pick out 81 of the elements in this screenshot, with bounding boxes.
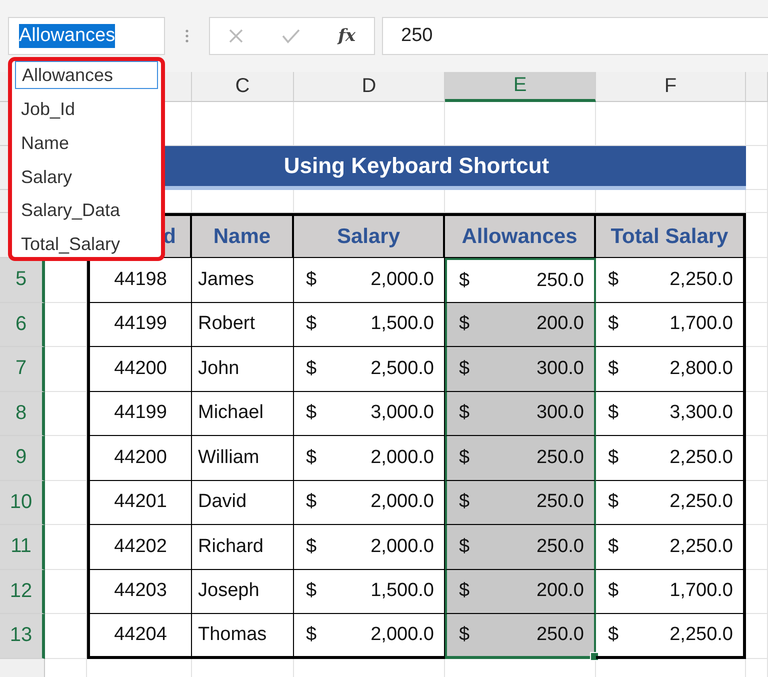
table-cell: 44201 — [87, 480, 192, 525]
empty-cell — [45, 570, 87, 614]
table-cell: $ 2,250.0 — [596, 436, 746, 480]
column-header[interactable]: C — [192, 72, 294, 102]
column-header[interactable]: D — [294, 72, 445, 102]
column-heading: Salary — [294, 213, 445, 258]
table-cell: 44204 — [87, 614, 192, 658]
table-cell: William — [192, 436, 294, 480]
table-cell[interactable]: $ 250.0 — [445, 480, 596, 525]
name-box[interactable]: Allowances — [8, 17, 165, 55]
table-cell: $ 3,300.0 — [596, 392, 746, 436]
table-cell[interactable]: $ 200.0 — [445, 570, 596, 614]
row-header[interactable]: 7 — [0, 347, 45, 392]
empty-cell — [45, 525, 87, 570]
table-cell: 44199 — [87, 392, 192, 436]
row-header[interactable]: 8 — [0, 392, 45, 436]
table-cell[interactable]: $ 200.0 — [445, 302, 596, 347]
empty-cell — [45, 347, 87, 392]
empty-cell — [746, 392, 768, 436]
table-cell: $ 2,250.0 — [596, 480, 746, 525]
empty-cell — [45, 480, 87, 525]
table-cell: Richard — [192, 525, 294, 570]
row-header[interactable]: 5 — [0, 258, 45, 302]
table-cell: 44203 — [87, 570, 192, 614]
table-cell: David — [192, 480, 294, 525]
insert-function-button[interactable]: fx — [338, 26, 356, 46]
table-cell[interactable]: $ 300.0 — [445, 347, 596, 392]
empty-cell — [746, 436, 768, 480]
empty-cell — [746, 570, 768, 614]
table-cell: $ 1,700.0 — [596, 570, 746, 614]
table-cell[interactable]: $ 300.0 — [445, 392, 596, 436]
drag-handle-icon — [185, 28, 189, 44]
table-cell: 44199 — [87, 302, 192, 347]
table-cell: Michael — [192, 392, 294, 436]
empty-cell — [746, 614, 768, 658]
column-header[interactable]: F — [596, 72, 746, 102]
column-header[interactable] — [746, 72, 768, 102]
row-header[interactable]: 13 — [0, 614, 45, 658]
empty-cell — [45, 302, 87, 347]
table-cell: John — [192, 347, 294, 392]
table-cell: Robert — [192, 302, 294, 347]
table-cell[interactable]: $ 250.0 — [445, 614, 596, 658]
table-cell: 44200 — [87, 347, 192, 392]
empty-cell — [746, 347, 768, 392]
empty-cell — [746, 525, 768, 570]
table-cell: $ 2,250.0 — [596, 525, 746, 570]
empty-cell — [746, 480, 768, 525]
table-cell: $ 1,700.0 — [596, 302, 746, 347]
empty-cell — [45, 436, 87, 480]
empty-cell — [746, 213, 768, 258]
row-header[interactable]: 10 — [0, 480, 45, 525]
row-header[interactable]: 11 — [0, 525, 45, 570]
column-heading: Total Salary — [596, 213, 746, 258]
empty-cell — [746, 146, 768, 190]
table-cell: James — [192, 258, 294, 302]
name-list-item[interactable]: Job_Id — [15, 93, 158, 127]
table-cell: 44202 — [87, 525, 192, 570]
table-cell[interactable]: $ 250.0 — [445, 436, 596, 480]
cancel-icon[interactable] — [228, 28, 244, 44]
empty-cell — [746, 302, 768, 347]
table-cell: Thomas — [192, 614, 294, 658]
row-header[interactable]: 6 — [0, 302, 45, 347]
row-header[interactable]: 9 — [0, 436, 45, 480]
name-list-item[interactable]: Allowances — [15, 61, 158, 89]
column-heading: Name — [192, 213, 294, 258]
table-cell: $ 2,000.0 — [294, 258, 445, 302]
formula-input[interactable]: 250 — [382, 17, 768, 55]
table-cell: 44200 — [87, 436, 192, 480]
column-heading: Allowances — [445, 213, 596, 258]
table-cell[interactable]: $ 250.0 — [445, 525, 596, 570]
empty-cell — [746, 258, 768, 302]
empty-cell — [45, 392, 87, 436]
check-icon[interactable] — [281, 28, 302, 44]
empty-cell — [45, 614, 87, 658]
table-cell: $ 2,250.0 — [596, 614, 746, 658]
table-cell: $ 2,250.0 — [596, 258, 746, 302]
table-cell: Joseph — [192, 570, 294, 614]
row-header[interactable]: 12 — [0, 570, 45, 614]
table-cell: $ 2,800.0 — [596, 347, 746, 392]
column-header[interactable]: E — [445, 72, 596, 102]
empty-cell — [746, 190, 768, 213]
